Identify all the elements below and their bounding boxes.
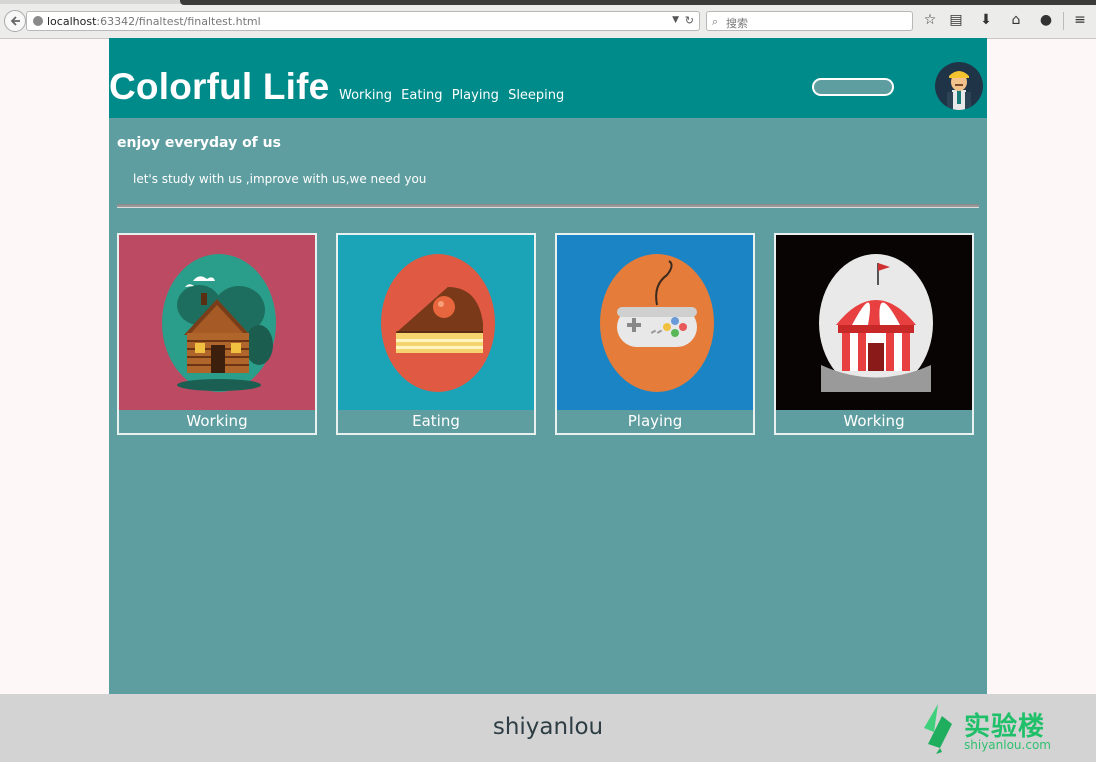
tab-strip-dark [180,0,1096,5]
avatar[interactable] [935,62,983,110]
card-working-2[interactable]: Working [774,233,974,435]
card-label: Playing [627,412,683,430]
url-dropdown-icon[interactable]: ▼ [672,15,679,25]
back-arrow-icon [10,16,20,26]
bookmark-star-icon[interactable]: ☆ [922,12,938,28]
game-controller-icon [557,235,753,410]
main-nav: Working Eating Playing Sleeping [339,88,569,103]
shiyanlou-logo-icon [924,704,952,754]
page-container: Colorful Life Working Eating Playing Sle… [109,38,987,694]
card-eating[interactable]: Eating [336,233,536,435]
url-path: :63342/finaltest/finaltest.html [96,15,261,28]
brand-logo[interactable]: 实验楼 shiyanlou.com [920,702,1070,758]
menu-icon[interactable]: ≡ [1072,12,1088,28]
back-button[interactable] [4,10,26,32]
home-icon[interactable]: ⌂ [1008,12,1024,28]
url-bar[interactable]: localhost:63342/finaltest/finaltest.html… [26,11,700,31]
reload-icon[interactable]: ↻ [685,14,694,27]
divider [117,204,979,208]
search-input[interactable] [812,78,894,96]
site-header: Colorful Life Working Eating Playing Sle… [109,38,987,118]
tagline: enjoy everyday of us [117,135,281,151]
chat-icon[interactable]: ● [1038,12,1054,28]
nav-working[interactable]: Working [339,88,392,103]
cake-slice-icon [338,235,534,410]
search-icon: ⌕ [712,15,719,28]
url-text: localhost:63342/finaltest/finaltest.html [47,15,261,28]
card-label: Working [843,412,905,430]
globe-icon [33,16,43,26]
search-bar[interactable]: ⌕ 搜索 [706,11,913,31]
download-icon[interactable]: ⬇ [978,12,994,28]
card-playing[interactable]: Playing [555,233,755,435]
nav-playing[interactable]: Playing [452,88,499,103]
brand-domain: shiyanlou.com [964,738,1051,752]
tab-strip [0,0,1096,5]
nav-sleeping[interactable]: Sleeping [508,88,564,103]
worker-avatar-icon [947,71,971,110]
url-host: localhost [47,15,97,28]
log-cabin-icon [119,235,315,410]
circus-tent-icon [776,235,972,410]
nav-eating[interactable]: Eating [401,88,442,103]
card-working[interactable]: Working [117,233,317,435]
reading-list-icon[interactable]: ▤ [948,12,964,28]
browser-toolbar: localhost:63342/finaltest/finaltest.html… [0,0,1096,39]
toolbar-separator [1063,12,1064,30]
search-placeholder: 搜索 [726,17,748,30]
intro-text: let's study with us ,improve with us,we … [133,172,427,186]
site-title: Colorful Life [109,66,330,107]
card-label: Working [186,412,248,430]
site-footer: shiyanlou 实验楼 shiyanlou.com [0,694,1096,762]
card-label: Eating [412,412,460,430]
